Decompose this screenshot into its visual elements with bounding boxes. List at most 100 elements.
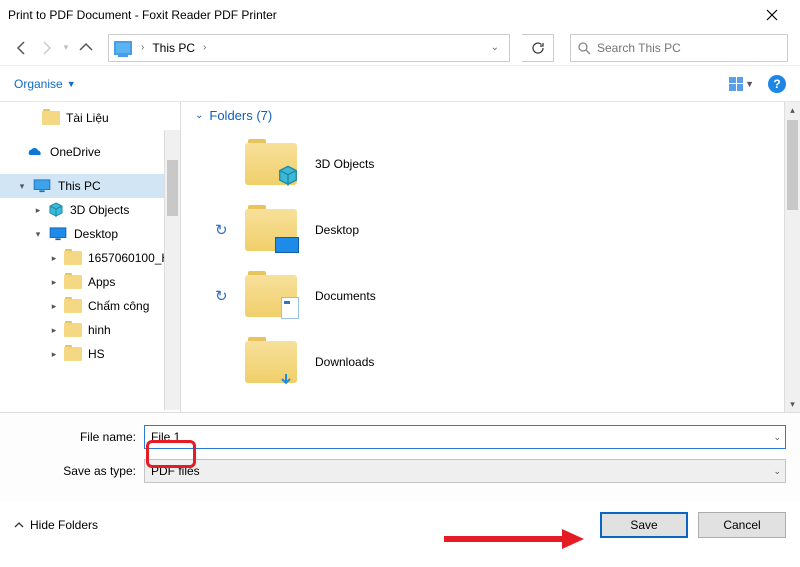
- close-icon: [766, 9, 778, 21]
- main-scrollbar[interactable]: ▴ ▾: [784, 102, 800, 412]
- tree-item-folder[interactable]: ▸ hinh: [0, 318, 180, 342]
- scroll-thumb[interactable]: [167, 160, 178, 216]
- help-button[interactable]: ?: [768, 75, 786, 93]
- view-icon: [729, 77, 743, 91]
- address-dropdown[interactable]: ⌄: [485, 42, 505, 53]
- tree-item-thispc[interactable]: ▾ This PC: [0, 174, 180, 198]
- item-label: Downloads: [315, 355, 374, 369]
- savetype-label: Save as type:: [14, 464, 144, 478]
- title-bar: Print to PDF Document - Foxit Reader PDF…: [0, 0, 800, 30]
- help-icon: ?: [773, 77, 780, 91]
- save-button[interactable]: Save: [600, 512, 688, 538]
- savetype-value: PDF files: [151, 464, 200, 478]
- tree-label: This PC: [58, 179, 101, 193]
- folder-icon: [245, 341, 297, 383]
- body-area: Tài Liệu OneDrive ▾ This PC ▸ 3D Objects…: [0, 102, 800, 412]
- view-button[interactable]: ▼: [729, 77, 754, 91]
- close-button[interactable]: [752, 1, 792, 29]
- tree-item-folder[interactable]: ▸ Chấm công: [0, 294, 180, 318]
- search-box[interactable]: [570, 34, 788, 62]
- chevron-down-icon[interactable]: ⌄: [773, 432, 781, 443]
- tree-label: HS: [88, 347, 105, 361]
- organise-button[interactable]: Organise ▼: [14, 77, 76, 91]
- refresh-icon: ↻: [215, 221, 228, 239]
- expand-icon[interactable]: ▾: [18, 181, 26, 192]
- search-icon: [577, 41, 591, 55]
- desktop-icon: [48, 227, 68, 241]
- breadcrumb-thispc[interactable]: This PC: [152, 41, 195, 55]
- tree-item-desktop[interactable]: ▾ Desktop: [0, 222, 180, 246]
- cube-icon: [277, 165, 299, 187]
- thispc-icon: [32, 179, 52, 193]
- folder-icon: [42, 111, 60, 125]
- tree-item-folder[interactable]: ▸ 1657060100_Hà: [0, 246, 180, 270]
- expand-icon[interactable]: ▸: [50, 253, 58, 264]
- cube-icon: [48, 202, 64, 218]
- folders-header-label: Folders (7): [209, 108, 272, 123]
- filename-input[interactable]: [151, 430, 779, 444]
- tree-item-tailieu[interactable]: Tài Liệu: [0, 106, 180, 130]
- address-bar[interactable]: › This PC › ⌄: [108, 34, 510, 62]
- list-item-3dobjects[interactable]: 3D Objects: [195, 131, 786, 197]
- bottom-panel: File name: ⌄ Save as type: PDF files ⌄: [0, 412, 800, 501]
- filename-label: File name:: [14, 430, 144, 444]
- savetype-combo[interactable]: PDF files ⌄: [144, 459, 786, 483]
- filename-combo[interactable]: ⌄: [144, 425, 786, 449]
- chevron-down-icon: ▼: [745, 79, 754, 89]
- chevron-down-icon: ▼: [67, 79, 76, 89]
- up-button[interactable]: [76, 38, 96, 58]
- forward-button[interactable]: [36, 38, 56, 58]
- scroll-up-icon[interactable]: ▴: [785, 102, 800, 118]
- tree-scrollbar[interactable]: [164, 130, 180, 410]
- folders-header[interactable]: ⌄ Folders (7): [195, 108, 786, 123]
- list-item-desktop[interactable]: ↻ Desktop: [195, 197, 786, 263]
- chevron-down-icon[interactable]: ⌄: [773, 466, 781, 477]
- folder-icon: [64, 251, 82, 265]
- tree-item-3dobjects[interactable]: ▸ 3D Objects: [0, 198, 180, 222]
- savetype-row: Save as type: PDF files ⌄: [14, 457, 786, 485]
- arrow-right-icon: [38, 40, 54, 56]
- item-label: Documents: [315, 289, 376, 303]
- tree-label: 3D Objects: [70, 203, 129, 217]
- main-pane: ⌄ Folders (7) 3D Objects ↻ Desktop ↻: [181, 102, 800, 412]
- hide-folders-button[interactable]: Hide Folders: [14, 518, 98, 532]
- item-label: Desktop: [315, 223, 359, 237]
- chevron-right-icon[interactable]: ›: [199, 42, 210, 53]
- hide-folders-label: Hide Folders: [30, 518, 98, 532]
- list-item-downloads[interactable]: Downloads: [195, 329, 786, 395]
- tree-label: Chấm công: [88, 299, 149, 313]
- tree-item-onedrive[interactable]: OneDrive: [0, 140, 180, 164]
- refresh-icon: [531, 41, 545, 55]
- search-input[interactable]: [597, 41, 781, 55]
- expand-icon[interactable]: ▸: [50, 301, 58, 312]
- folder-icon: [64, 323, 82, 337]
- cancel-button[interactable]: Cancel: [698, 512, 786, 538]
- organise-label: Organise: [14, 77, 63, 91]
- filename-row: File name: ⌄: [14, 423, 786, 451]
- expand-icon[interactable]: ▸: [34, 205, 42, 216]
- chevron-right-icon[interactable]: ›: [137, 42, 148, 53]
- list-item-documents[interactable]: ↻ Documents: [195, 263, 786, 329]
- tree-label: OneDrive: [50, 145, 101, 159]
- folder-icon: [64, 299, 82, 313]
- recent-dropdown[interactable]: ▾: [60, 38, 72, 58]
- onedrive-icon: [26, 146, 44, 158]
- window-title: Print to PDF Document - Foxit Reader PDF…: [8, 8, 752, 22]
- nav-tree: Tài Liệu OneDrive ▾ This PC ▸ 3D Objects…: [0, 102, 180, 412]
- expand-icon[interactable]: ▾: [34, 229, 42, 240]
- refresh-icon: ↻: [215, 287, 228, 305]
- folder-icon: [245, 275, 297, 317]
- scroll-thumb[interactable]: [787, 120, 798, 210]
- document-icon: [281, 297, 299, 319]
- expand-icon[interactable]: ▸: [50, 277, 58, 288]
- refresh-button[interactable]: [522, 34, 554, 62]
- tree-item-folder[interactable]: ▸ HS: [0, 342, 180, 366]
- item-label: 3D Objects: [315, 157, 374, 171]
- back-button[interactable]: [12, 38, 32, 58]
- scroll-down-icon[interactable]: ▾: [785, 396, 800, 412]
- arrow-up-icon: [78, 40, 94, 56]
- expand-icon[interactable]: ▸: [50, 325, 58, 336]
- nav-bar: ▾ › This PC › ⌄: [0, 30, 800, 66]
- expand-icon[interactable]: ▸: [50, 349, 58, 360]
- tree-item-folder[interactable]: ▸ Apps: [0, 270, 180, 294]
